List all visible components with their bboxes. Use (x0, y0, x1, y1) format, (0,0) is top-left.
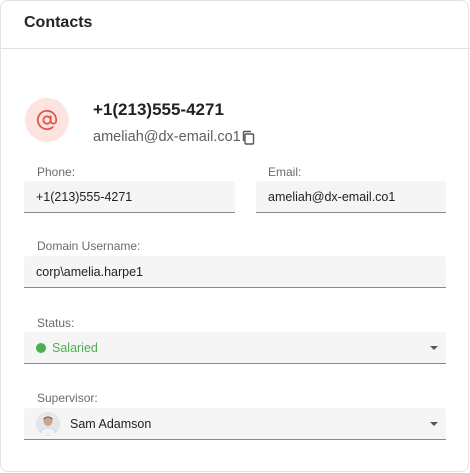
supervisor-label: Supervisor: (37, 391, 98, 405)
domain-username-field[interactable] (24, 256, 446, 288)
card-header: Contacts (1, 1, 470, 49)
contact-email-text: ameliah@dx-email.co1 (93, 129, 241, 145)
domain-username-input[interactable] (36, 264, 446, 279)
person-avatar-icon (36, 411, 60, 436)
contact-phone-heading: +1(213)555-4271 (93, 100, 224, 119)
status-label: Status: (37, 316, 75, 330)
at-sign-icon (36, 109, 58, 130)
chevron-down-icon[interactable] (430, 422, 438, 426)
copy-icon[interactable] (241, 130, 255, 145)
supervisor-value: Sam Adamson (70, 416, 152, 431)
phone-field[interactable] (24, 181, 235, 213)
email-label: Email: (268, 165, 302, 179)
email-field[interactable] (256, 181, 446, 213)
email-input[interactable] (268, 189, 446, 204)
domain-username-label: Domain Username: (37, 239, 141, 253)
status-value: Salaried (52, 340, 98, 355)
page-title: Contacts (24, 14, 93, 31)
supervisor-select[interactable]: Sam Adamson (24, 408, 446, 440)
status-dot-icon (36, 342, 46, 353)
phone-label: Phone: (37, 165, 76, 179)
chevron-down-icon[interactable] (430, 346, 438, 350)
phone-input[interactable] (36, 189, 235, 204)
status-select[interactable]: Salaried (24, 332, 446, 364)
contacts-card: Contacts +1(213)555-4271 ameliah@dx-emai… (0, 0, 470, 472)
contact-avatar (25, 98, 69, 142)
supervisor-avatar (36, 411, 60, 436)
